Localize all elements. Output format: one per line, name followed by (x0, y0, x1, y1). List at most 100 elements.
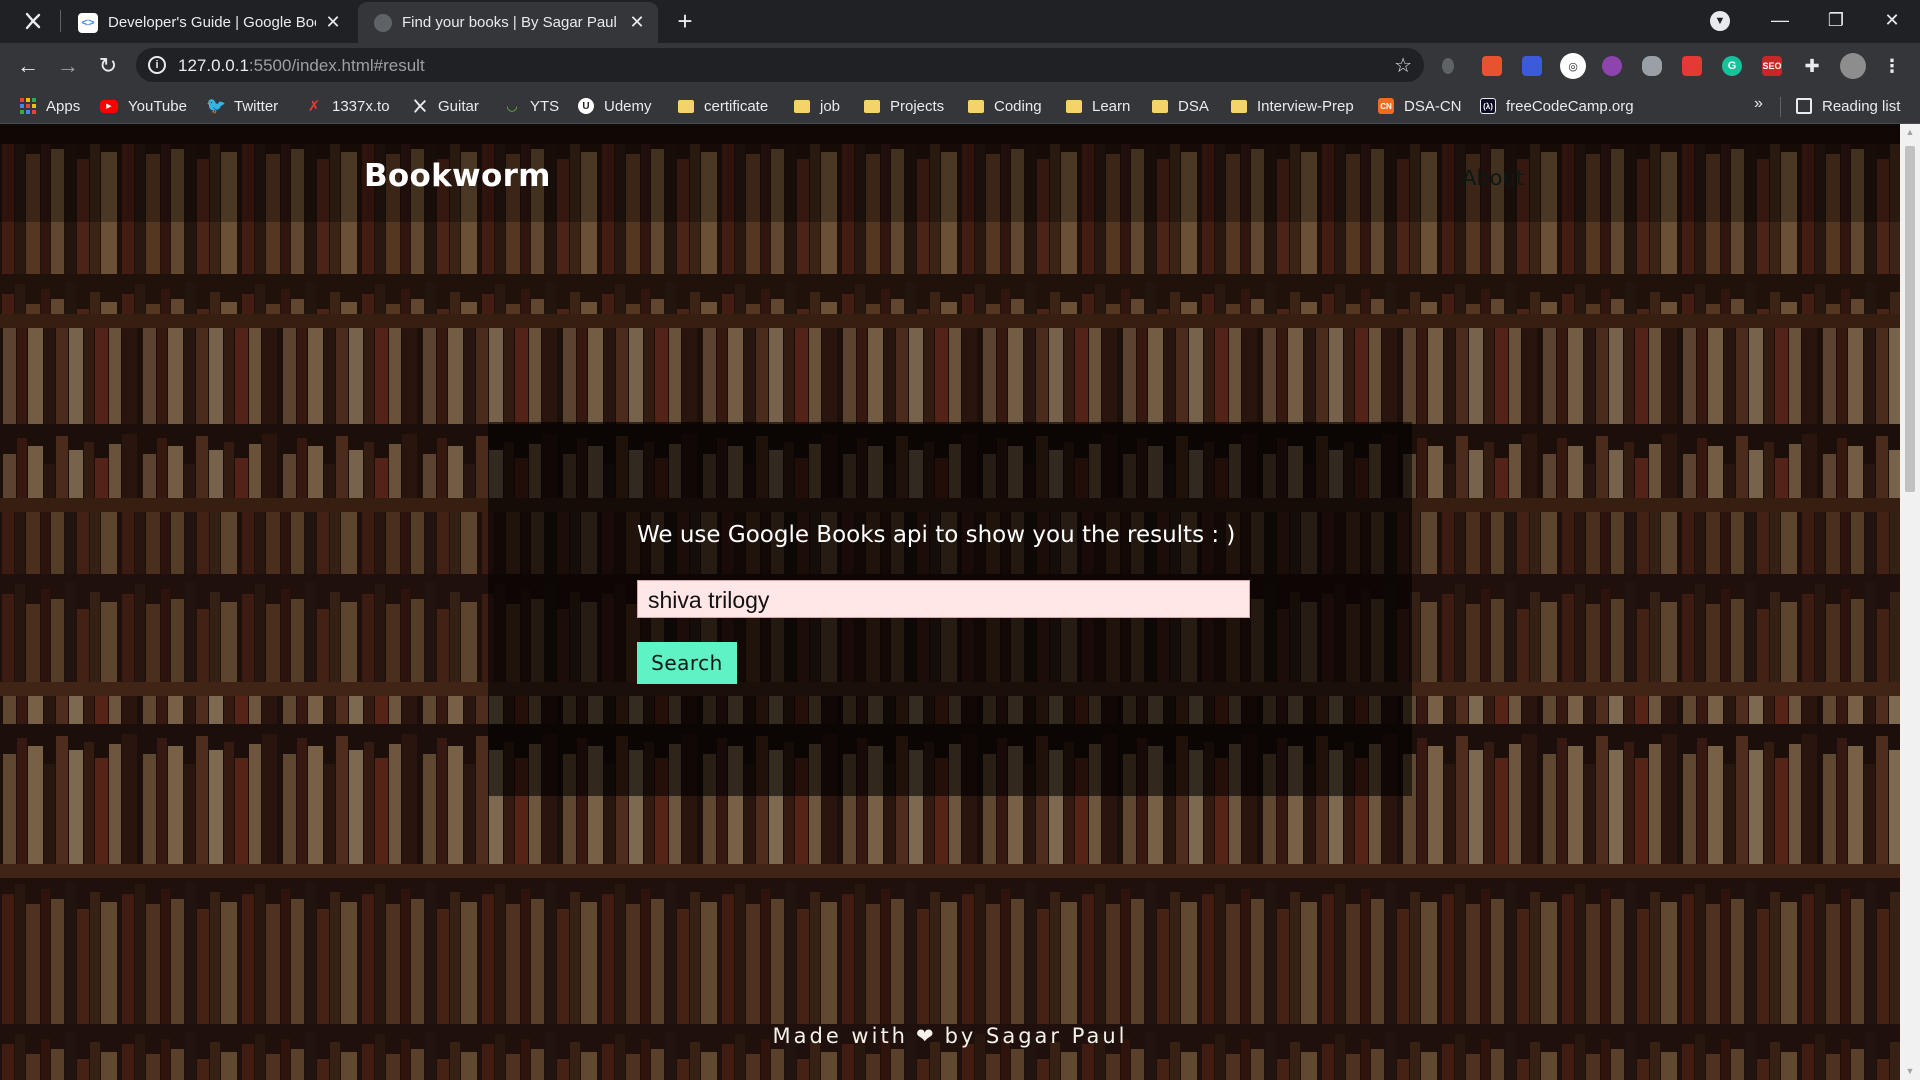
bookmark-label: Projects (890, 97, 945, 115)
bookmark-label: certificate (704, 97, 769, 115)
new-tab-button[interactable]: + (672, 8, 698, 35)
extension-icon-7[interactable] (1682, 56, 1702, 76)
tab-strip: <> Developer's Guide | Google Boo ✕ Find… (0, 0, 1920, 43)
folder-icon (1231, 99, 1247, 113)
search-heading: We use Google Books api to show you the … (637, 522, 1236, 548)
bookmark-star-icon[interactable]: ☆ (1394, 53, 1412, 78)
bookmark-yts[interactable]: ◡ YTS (504, 95, 559, 117)
url-host: 127.0.0.1 (178, 56, 249, 75)
page-viewport: Bookworm About We use Google Books api t… (0, 124, 1900, 1080)
bookmark-label: YTS (530, 97, 560, 115)
folder-icon (794, 99, 810, 113)
bookmarks-bar: Apps ▶ YouTube 🐦 Twitter ✗ 1337x.to Guit… (0, 87, 1920, 124)
reload-button[interactable]: ↻ (94, 52, 122, 80)
bookmark-udemy[interactable]: U Udemy (578, 95, 652, 117)
bookmark-learn[interactable]: Learn (1066, 95, 1130, 117)
tab-find-your-books[interactable]: Find your books | By Sagar Paul ✕ (358, 2, 658, 43)
about-button[interactable]: About (1444, 157, 1542, 199)
heart-icon: ❤ (915, 1024, 937, 1048)
scrollbar-thumb[interactable] (1905, 146, 1915, 492)
bookmark-projects[interactable]: Projects (864, 95, 944, 117)
folder-icon (678, 99, 694, 113)
extension-icon-4[interactable]: ◎ (1560, 53, 1586, 79)
bookmark-label: DSA-CN (1404, 97, 1462, 115)
tab-title: Find your books | By Sagar Paul (402, 14, 617, 31)
extension-icon-6[interactable] (1642, 56, 1662, 76)
site-header: Bookworm About (0, 124, 1900, 222)
minimize-button[interactable]: — (1752, 0, 1808, 40)
address-url[interactable]: 127.0.0.1:5500/index.html#result (178, 56, 425, 76)
globe-icon (374, 13, 392, 32)
bookmark-label: Udemy (604, 97, 652, 115)
bookmark-1337x[interactable]: ✗ 1337x.to (306, 95, 390, 117)
guitar-icon (412, 98, 428, 114)
bookmarks-divider (1780, 97, 1781, 117)
bookmark-freecodecamp[interactable]: (λ) freeCodeCamp.org (1480, 95, 1634, 117)
bookmark-label: 1337x.to (332, 97, 390, 115)
google-developers-icon: <> (78, 12, 98, 33)
forward-button[interactable]: → (54, 52, 82, 80)
close-icon[interactable]: ✕ (626, 12, 648, 34)
reading-list-label: Reading list (1822, 97, 1901, 115)
bookmark-label: DSA (1178, 97, 1209, 115)
profile-avatar[interactable] (1840, 53, 1866, 79)
bookmark-label: Guitar (438, 97, 479, 115)
yts-icon: ◡ (507, 98, 517, 113)
scroll-down-arrow-icon[interactable]: ▼ (1900, 1063, 1920, 1080)
search-input[interactable]: shiva trilogy (637, 580, 1250, 618)
extensions-puzzle-icon[interactable]: ✚ (1802, 56, 1822, 76)
address-bar[interactable]: i 127.0.0.1:5500/index.html#result ☆ (136, 48, 1424, 82)
freecodecamp-icon: (λ) (1480, 98, 1496, 114)
brand-logo[interactable]: Bookworm (364, 158, 551, 194)
folder-icon (1066, 99, 1082, 113)
codingninjas-icon: CN (1378, 98, 1394, 114)
search-button[interactable]: Search (637, 642, 737, 684)
folder-icon (968, 99, 984, 113)
tab-search-button[interactable]: ▼ (1710, 11, 1730, 31)
bookmark-dsa[interactable]: DSA (1152, 95, 1209, 117)
url-path: :5500/index.html#result (248, 56, 425, 75)
browser-toolbar: ← → ↻ i 127.0.0.1:5500/index.html#result… (0, 43, 1920, 87)
restore-button[interactable]: ❐ (1808, 0, 1864, 40)
reading-list-icon (1796, 98, 1812, 114)
bookmark-label: Apps (46, 97, 81, 115)
bookmark-label: job (820, 97, 841, 115)
bookmark-coding[interactable]: Coding (968, 95, 1042, 117)
grammarly-icon[interactable]: G (1722, 56, 1742, 76)
search-panel: We use Google Books api to show you the … (488, 422, 1412, 796)
menu-kebab-icon[interactable]: ⋮ (1882, 56, 1902, 76)
reading-list-button[interactable]: Reading list (1796, 95, 1900, 117)
folder-icon (864, 99, 880, 113)
tab-separator (60, 10, 61, 32)
seo-extension-icon[interactable]: SEO (1762, 56, 1782, 76)
site-info-icon[interactable]: i (148, 56, 166, 74)
extension-icon-5[interactable] (1602, 56, 1622, 76)
bookmark-label: Interview-Prep (1257, 97, 1354, 115)
extension-icon-1[interactable] (1442, 58, 1454, 74)
back-button[interactable]: ← (14, 52, 42, 80)
bookmark-interview-prep[interactable]: Interview-Prep (1231, 95, 1354, 117)
bookmark-guitar[interactable]: Guitar (412, 95, 479, 117)
bookmarks-overflow-button[interactable]: » (1754, 95, 1763, 113)
bookmark-certificate[interactable]: certificate (678, 95, 768, 117)
extension-icon-3[interactable] (1522, 56, 1542, 76)
footer: Made with ❤ by Sagar Paul (0, 1024, 1900, 1048)
folder-icon (1152, 99, 1168, 113)
bookmark-label: Learn (1092, 97, 1131, 115)
bookmark-youtube[interactable]: ▶ YouTube (100, 95, 187, 117)
tab-search-app-icon[interactable] (20, 8, 46, 34)
twitter-icon: 🐦 (206, 98, 226, 115)
bookmark-twitter[interactable]: 🐦 Twitter (206, 95, 279, 117)
bookmark-job[interactable]: job (794, 95, 840, 117)
footer-author: by Sagar Paul (944, 1024, 1128, 1048)
close-window-button[interactable]: ✕ (1864, 0, 1920, 40)
close-icon[interactable]: ✕ (322, 12, 344, 34)
tab-developers-guide[interactable]: <> Developer's Guide | Google Boo ✕ (62, 2, 354, 43)
udemy-icon: U (578, 98, 594, 114)
bookmark-dsa-cn[interactable]: CN DSA-CN (1378, 95, 1462, 117)
bookmark-apps[interactable]: Apps (20, 95, 80, 117)
scroll-up-arrow-icon[interactable]: ▲ (1900, 124, 1920, 141)
extension-icon-2[interactable] (1482, 56, 1502, 76)
bookmark-label: Twitter (234, 97, 279, 115)
vertical-scrollbar[interactable]: ▲ ▼ (1900, 124, 1920, 1080)
